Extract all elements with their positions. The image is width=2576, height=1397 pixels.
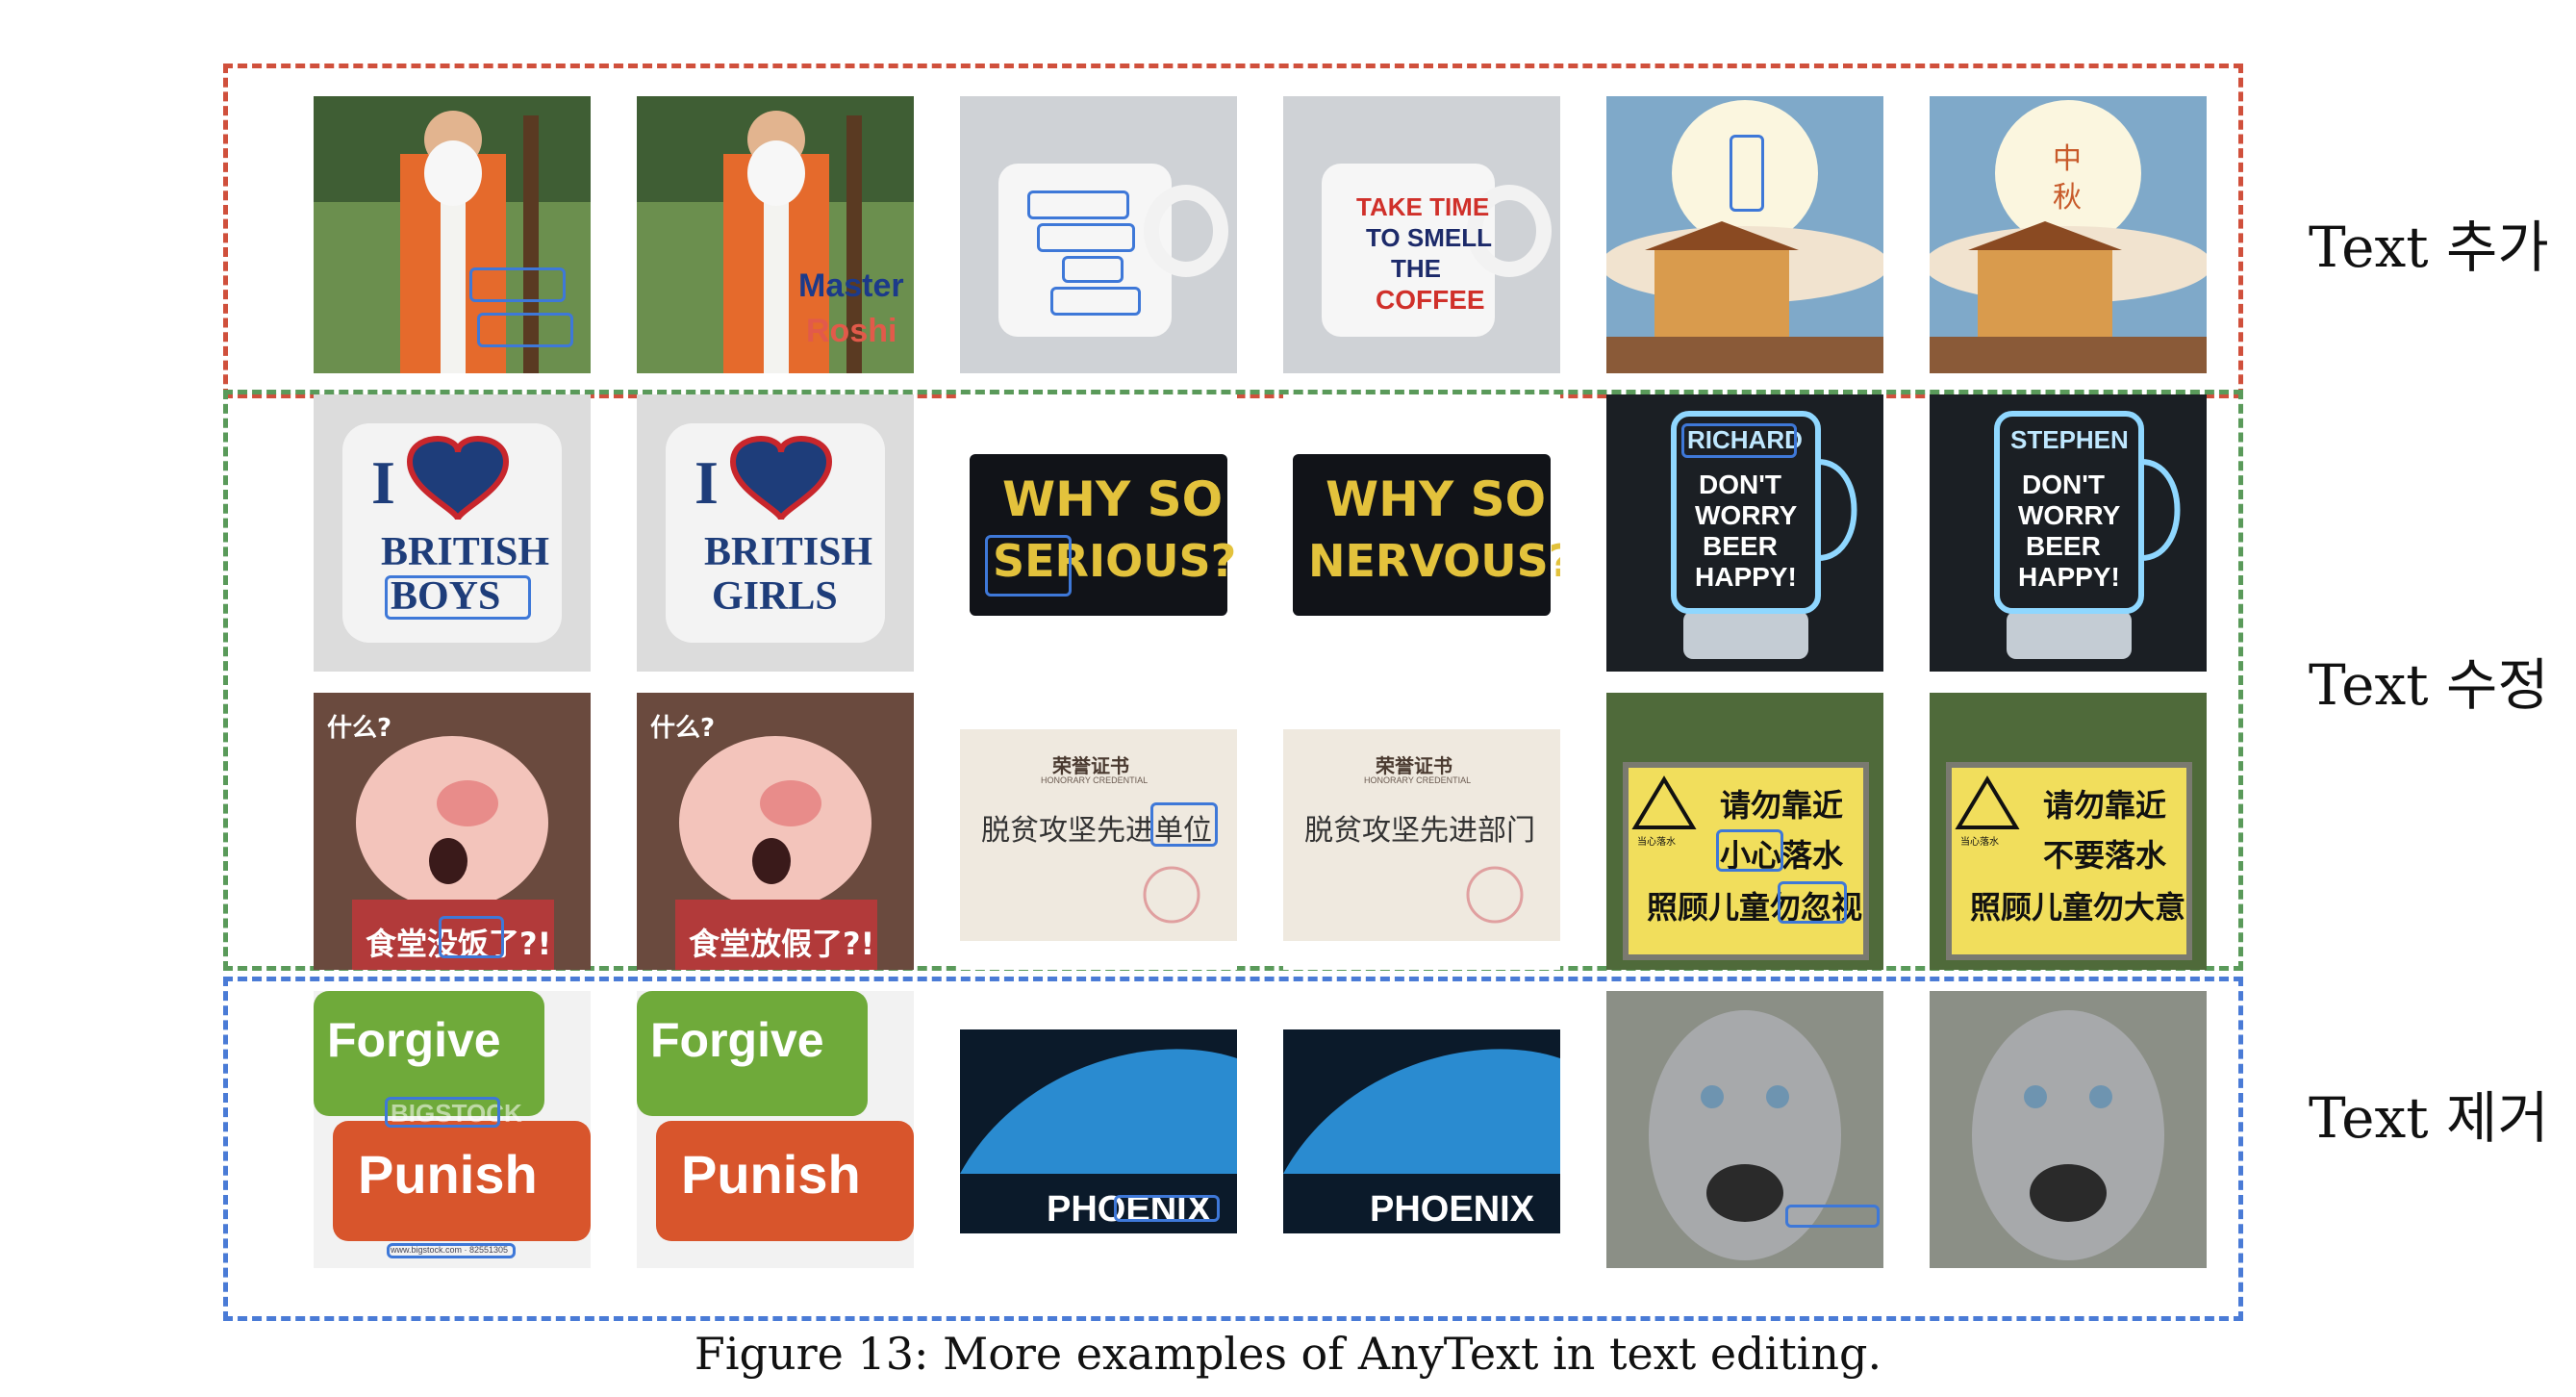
edit-region-box bbox=[1062, 256, 1124, 283]
edit-region-box bbox=[1027, 190, 1129, 219]
dog-after-image bbox=[1930, 991, 2207, 1268]
sign-small-text: 当心落水 bbox=[1960, 837, 1999, 848]
keyboard-after-image: Forgive Punish bbox=[637, 991, 914, 1268]
sign-small-text: 当心落水 bbox=[1637, 837, 1676, 848]
generated-text-sign-2: 不要落水 bbox=[2043, 837, 2167, 874]
generated-text-master: Master bbox=[798, 267, 904, 304]
generated-text-stephen: STEPHEN bbox=[2010, 425, 2129, 454]
certificate-before-image: 荣誉证书 HONORARY CREDENTIAL 脱贫攻坚先进单位 bbox=[960, 693, 1237, 970]
generated-text-line: TAKE TIME bbox=[1356, 192, 1490, 221]
pillow-after-image: I BRITISH GIRLS bbox=[637, 394, 914, 672]
lamp-line: HAPPY! bbox=[2018, 562, 2120, 592]
figure-caption: Figure 13: More examples of AnyText in t… bbox=[694, 1328, 1882, 1380]
generated-text-sign-3: 照顾儿童勿大意 bbox=[1970, 889, 2186, 926]
certificate-after-image: 荣誉证书 HONORARY CREDENTIAL 脱贫攻坚先进部门 bbox=[1283, 693, 1560, 970]
patch-after-image: WHY SO NERVOUS? bbox=[1283, 394, 1560, 672]
generated-text-roshi: Roshi bbox=[806, 313, 897, 349]
stadium-after-image: PHOENIX bbox=[1283, 991, 1560, 1268]
certificate-subtitle: HONORARY CREDENTIAL bbox=[1364, 775, 1472, 785]
edit-region-box bbox=[1730, 135, 1764, 212]
pig-before-image: 什么? 食堂没饭了?! bbox=[314, 693, 591, 970]
lamp-line: WORRY bbox=[2018, 500, 2121, 530]
sign-before-image: 当心落水 请勿靠近 小心落水 照顾儿童勿忽视 bbox=[1606, 693, 1883, 970]
sign-line-1: 请勿靠近 bbox=[1720, 787, 1844, 824]
dog-before-image bbox=[1606, 991, 1883, 1268]
lantern-after-image: 中 秋 bbox=[1930, 96, 2207, 373]
edit-region-box bbox=[387, 1243, 516, 1258]
lantern-before-image bbox=[1606, 96, 1883, 373]
roshi-before-image bbox=[314, 96, 591, 373]
generated-text-nervous: NERVOUS? bbox=[1308, 535, 1560, 587]
key-punish: Punish bbox=[681, 1144, 861, 1205]
pig-top-text: 什么? bbox=[327, 714, 392, 743]
beer-lamp-after-image: STEPHEN DON'T WORRY BEER HAPPY! bbox=[1930, 394, 2207, 672]
lamp-line: WORRY bbox=[1695, 500, 1798, 530]
patch-line-1: WHY SO bbox=[1326, 471, 1547, 527]
lamp-line: BEER bbox=[1703, 531, 1778, 561]
stadium-before-image: PHOENIX bbox=[960, 991, 1237, 1268]
edit-region-box bbox=[1778, 881, 1847, 924]
certificate-title: 荣誉证书 bbox=[1376, 754, 1452, 777]
pillow-line-1: BRITISH bbox=[381, 530, 550, 574]
certificate-title: 荣誉证书 bbox=[1052, 754, 1129, 777]
key-forgive: Forgive bbox=[327, 1013, 501, 1067]
lamp-line: BEER bbox=[2026, 531, 2101, 561]
edit-region-box bbox=[1681, 423, 1797, 458]
keyboard-before-image: Forgive Punish BIGSTOCK www.bigstock.com… bbox=[314, 991, 591, 1268]
edit-region-box bbox=[385, 1097, 500, 1128]
lamp-line: HAPPY! bbox=[1695, 562, 1797, 592]
roshi-after-image: Master Roshi bbox=[637, 96, 914, 373]
row-label-modify: Text 수정 bbox=[2309, 652, 2549, 718]
generated-text-line: COFFEE bbox=[1376, 285, 1485, 315]
key-forgive: Forgive bbox=[650, 1013, 824, 1067]
patch-before-image: WHY SO SERIOUS? bbox=[960, 394, 1237, 672]
generated-text-pig: 食堂放假了?! bbox=[689, 926, 875, 962]
pillow-before-image: I BRITISH BOYS bbox=[314, 394, 591, 672]
edit-region-box bbox=[469, 267, 566, 302]
generated-text-certificate: 脱贫攻坚先进部门 bbox=[1304, 814, 1535, 848]
mug-before-image bbox=[960, 96, 1237, 373]
patch-line-1: WHY SO bbox=[1002, 471, 1224, 527]
edit-region-box bbox=[1150, 802, 1218, 847]
edit-region-box bbox=[1785, 1205, 1880, 1228]
edit-region-box bbox=[477, 313, 573, 347]
pig-top-text: 什么? bbox=[650, 714, 716, 743]
row-label-add: Text 추가 bbox=[2309, 215, 2549, 280]
pillow-line-1: BRITISH bbox=[704, 530, 873, 574]
beer-lamp-before-image: RICHARD DON'T WORRY BEER HAPPY! bbox=[1606, 394, 1883, 672]
sign-after-image: 当心落水 请勿靠近 不要落水 照顾儿童勿大意 bbox=[1930, 693, 2207, 970]
certificate-subtitle: HONORARY CREDENTIAL bbox=[1041, 775, 1149, 785]
generated-text-line: TO SMELL bbox=[1366, 223, 1492, 252]
edit-region-box bbox=[439, 916, 504, 958]
generated-text-char: 秋 bbox=[2053, 181, 2082, 215]
key-punish: Punish bbox=[358, 1144, 538, 1205]
edit-region-box bbox=[1037, 223, 1135, 252]
generated-text-line: THE bbox=[1391, 254, 1441, 283]
pig-after-image: 什么? 食堂放假了?! bbox=[637, 693, 914, 970]
lamp-line: DON'T bbox=[1699, 470, 1781, 499]
edit-region-box bbox=[1114, 1195, 1220, 1222]
edit-region-box bbox=[385, 575, 531, 620]
generated-text-char: 中 bbox=[2053, 142, 2082, 176]
edit-region-box bbox=[1050, 287, 1141, 316]
stadium-phoenix-text: PHOENIX bbox=[1370, 1189, 1535, 1230]
generated-text-girls: GIRLS bbox=[712, 574, 838, 619]
sign-line-1: 请勿靠近 bbox=[2043, 787, 2167, 824]
row-label-remove: Text 제거 bbox=[2309, 1085, 2549, 1151]
edit-region-box bbox=[985, 535, 1072, 597]
lamp-line: DON'T bbox=[2022, 470, 2105, 499]
mug-after-image: TAKE TIME TO SMELL THE COFFEE bbox=[1283, 96, 1560, 373]
pillow-i-letter: I bbox=[695, 448, 719, 517]
pillow-i-letter: I bbox=[371, 448, 395, 517]
edit-region-box bbox=[1716, 829, 1783, 872]
